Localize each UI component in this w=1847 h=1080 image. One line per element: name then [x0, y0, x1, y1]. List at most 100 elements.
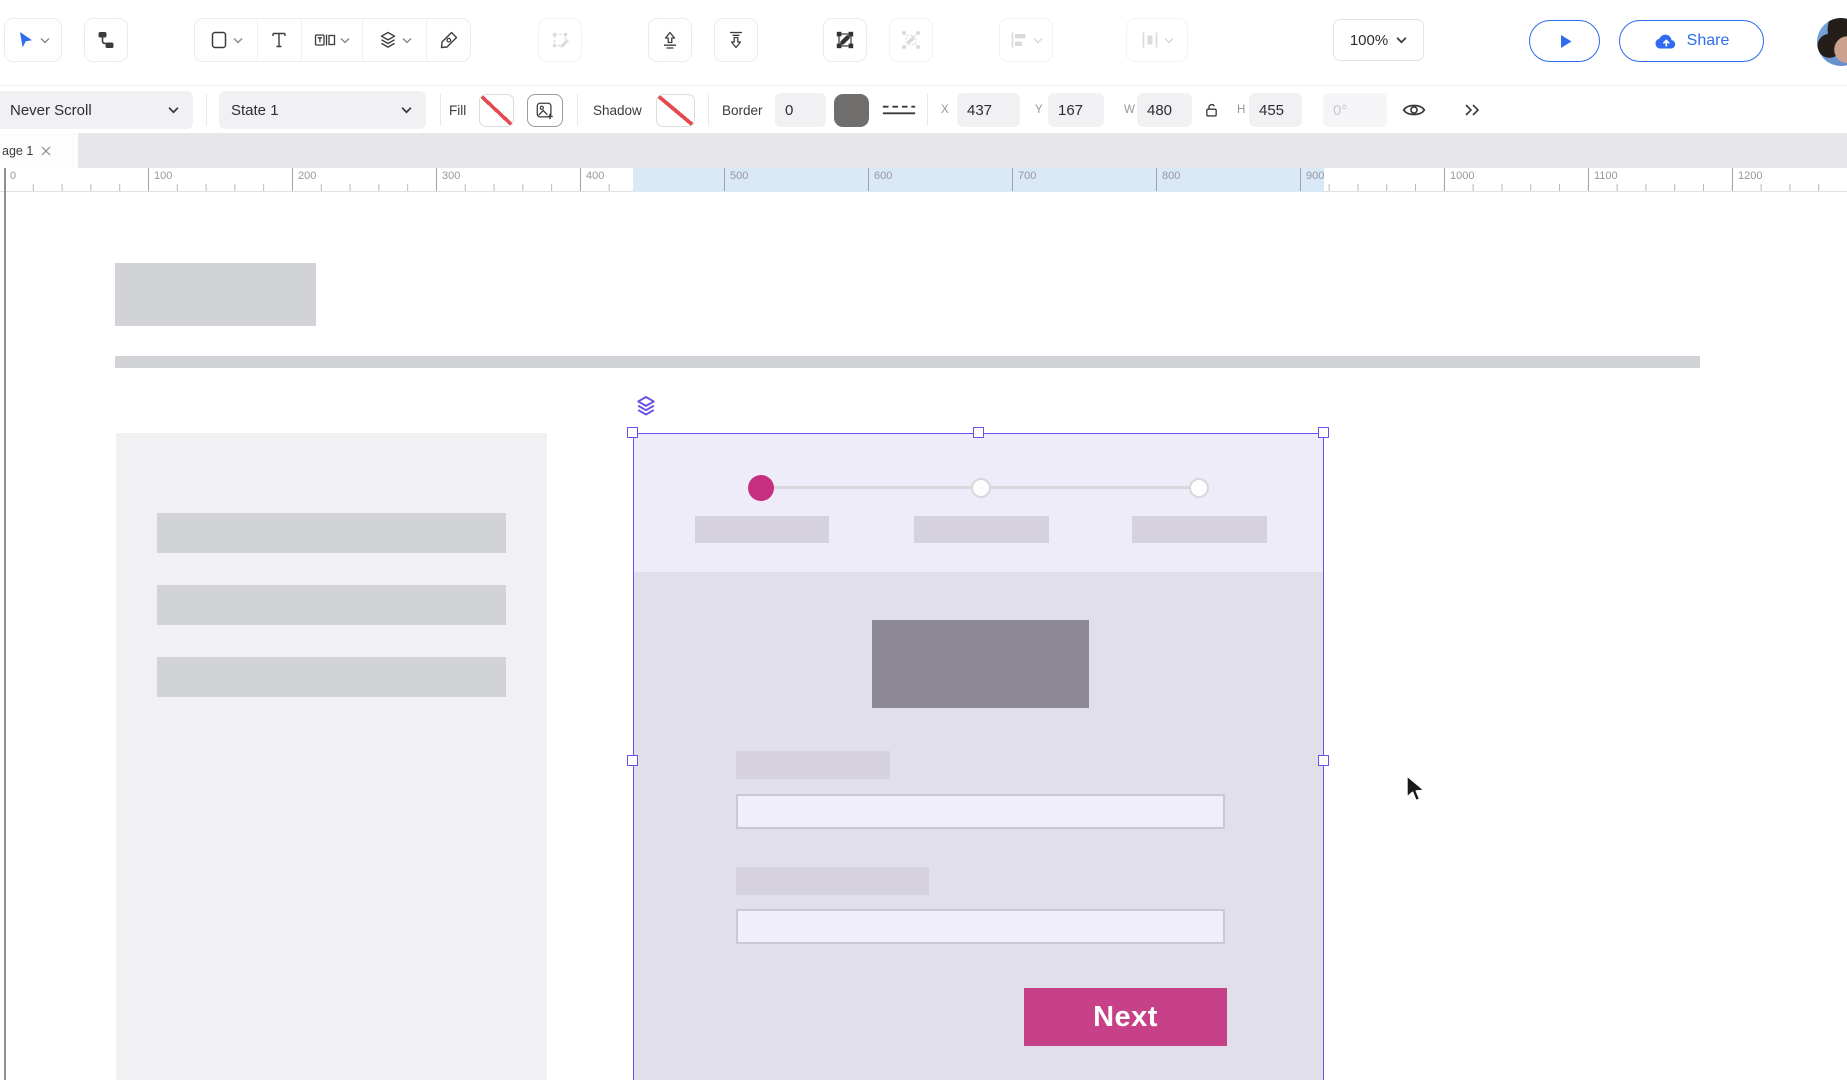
- logo-placeholder-shape[interactable]: [115, 263, 316, 326]
- next-button[interactable]: Next: [1024, 988, 1227, 1046]
- w-field[interactable]: 480: [1137, 93, 1192, 127]
- tab-page-1[interactable]: age 1: [0, 133, 78, 168]
- design-editor-window: { "colors": { "accent-blue": "#2e6bf0", …: [0, 0, 1847, 1080]
- group-button[interactable]: [823, 18, 867, 62]
- chevron-down-icon[interactable]: [40, 37, 50, 44]
- selection-handle-top-right[interactable]: [1318, 427, 1329, 438]
- user-avatar[interactable]: [1817, 18, 1847, 66]
- more-properties-button[interactable]: [1462, 86, 1482, 134]
- field-label-placeholder[interactable]: [736, 867, 929, 895]
- ruler-label: 1200: [1738, 170, 1762, 182]
- ruler-label: 400: [586, 170, 604, 182]
- group-icon: [835, 30, 855, 50]
- border-style-button[interactable]: [880, 86, 918, 134]
- selection-handle-middle-right[interactable]: [1318, 755, 1329, 766]
- state-dropdown[interactable]: State 1: [219, 91, 426, 129]
- cloud-upload-icon: [1654, 31, 1678, 51]
- rectangle-tool-button[interactable]: [195, 19, 258, 61]
- layers-tool-button[interactable]: [363, 19, 428, 61]
- send-backward-button[interactable]: [714, 18, 758, 62]
- h-field[interactable]: 455: [1249, 93, 1302, 127]
- x-label: X: [941, 86, 949, 134]
- chevron-down-icon[interactable]: [340, 37, 350, 44]
- chevron-down-icon: [168, 106, 179, 114]
- page-edge-guide: [4, 168, 6, 1080]
- align-dropdown-button: [999, 18, 1053, 62]
- horizontal-ruler[interactable]: 0 100 200 300 400 500 600 700 800 900 10…: [0, 168, 1847, 192]
- stepper-dot-active[interactable]: [748, 475, 774, 501]
- fill-image-button[interactable]: [527, 94, 563, 127]
- y-field[interactable]: 167: [1048, 93, 1104, 127]
- step-label-placeholder[interactable]: [695, 516, 829, 543]
- ruler-label: 300: [442, 170, 460, 182]
- ruler-label: 0: [10, 170, 16, 182]
- align-icon: [1009, 30, 1029, 50]
- divider: [708, 94, 709, 126]
- component-layers-badge-icon[interactable]: [634, 394, 658, 418]
- fill-none-swatch[interactable]: [479, 94, 514, 127]
- text-input-placeholder[interactable]: [736, 909, 1225, 944]
- ungroup-button: [889, 18, 933, 62]
- state-value: State 1: [219, 102, 401, 119]
- aspect-lock-button[interactable]: [1203, 86, 1220, 134]
- preview-play-button[interactable]: [1529, 20, 1600, 62]
- divider: [440, 94, 441, 126]
- chevron-down-icon: [1033, 37, 1043, 44]
- image-placeholder-shape[interactable]: [872, 620, 1089, 708]
- chevron-down-icon[interactable]: [402, 37, 412, 44]
- selected-form-frame[interactable]: Next: [633, 433, 1324, 1080]
- dash-style-icon: [880, 100, 918, 120]
- ruler-label: 900: [1306, 170, 1324, 182]
- property-bar: Never Scroll State 1 Fill Shadow Border …: [0, 85, 1847, 133]
- scroll-mode-dropdown[interactable]: Never Scroll: [0, 91, 193, 129]
- text-tool-button[interactable]: [258, 19, 303, 61]
- ruler-label: 500: [730, 170, 748, 182]
- bring-forward-button[interactable]: [648, 18, 692, 62]
- text-input-placeholder[interactable]: [736, 794, 1225, 829]
- zoom-level-value: 100%: [1350, 32, 1388, 49]
- share-button[interactable]: Share: [1619, 20, 1764, 62]
- divider-placeholder-shape[interactable]: [115, 356, 1700, 368]
- selection-handle-top-left[interactable]: [627, 427, 638, 438]
- step-label-placeholder[interactable]: [914, 516, 1049, 543]
- pen-tool-button[interactable]: [427, 19, 470, 61]
- shadow-none-swatch[interactable]: [656, 94, 695, 127]
- text-icon: [269, 30, 289, 50]
- select-tool-button[interactable]: [4, 18, 62, 62]
- border-color-swatch[interactable]: [834, 94, 869, 127]
- w-label: W: [1124, 86, 1135, 134]
- top-toolbar: 100% Share: [0, 0, 1847, 85]
- divider: [927, 94, 928, 126]
- input-tool-button[interactable]: [302, 19, 363, 61]
- field-label-placeholder[interactable]: [736, 751, 890, 779]
- bring-forward-icon: [660, 30, 680, 50]
- ruler-label: 200: [298, 170, 316, 182]
- text-placeholder-bar[interactable]: [157, 585, 506, 625]
- text-placeholder-bar[interactable]: [157, 657, 506, 697]
- send-backward-icon: [726, 30, 746, 50]
- visibility-toggle[interactable]: [1402, 86, 1426, 134]
- x-field[interactable]: 437: [957, 93, 1020, 127]
- stepper-dot[interactable]: [1189, 478, 1209, 498]
- close-icon[interactable]: [41, 146, 51, 156]
- edit-points-icon: [550, 30, 570, 50]
- divider: [206, 94, 207, 126]
- lock-open-icon: [1203, 101, 1220, 119]
- rotation-field: 0°: [1323, 93, 1387, 127]
- tab-label: age 1: [2, 144, 33, 158]
- shape-tool-group: [194, 18, 471, 62]
- step-label-placeholder[interactable]: [1132, 516, 1267, 543]
- stepper-dot[interactable]: [971, 478, 991, 498]
- chevron-down-icon[interactable]: [233, 37, 243, 44]
- zoom-level-select[interactable]: 100%: [1333, 19, 1424, 61]
- sidebar-placeholder-panel[interactable]: [116, 433, 547, 1080]
- double-chevron-right-icon: [1462, 103, 1482, 117]
- trigger-tool-button[interactable]: [84, 18, 128, 62]
- selection-handle-top-middle[interactable]: [973, 427, 984, 438]
- border-label: Border: [722, 86, 763, 134]
- border-width-field[interactable]: 0: [775, 93, 826, 127]
- ruler-label: 700: [1018, 170, 1036, 182]
- text-placeholder-bar[interactable]: [157, 513, 506, 553]
- page-tab-bar: age 1: [0, 133, 1847, 168]
- selection-handle-middle-left[interactable]: [627, 755, 638, 766]
